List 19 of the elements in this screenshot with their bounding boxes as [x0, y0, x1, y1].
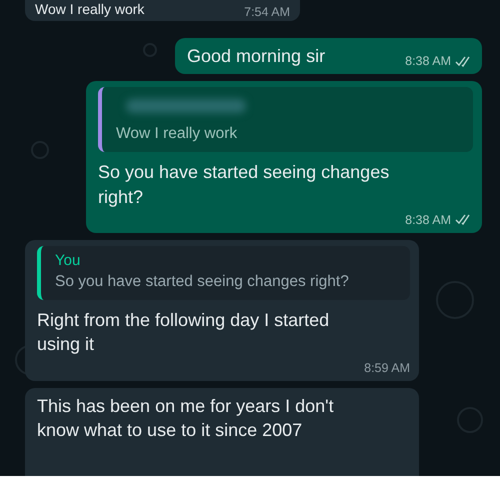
- message-bubble[interactable]: You So you have started seeing changes right? Right from the following day I started using it 8:59 AM: [25, 240, 419, 381]
- message-bubble[interactable]: Good morning sir 8:38 AM: [175, 38, 482, 74]
- message-text: So you have started seeing changes right?: [98, 161, 390, 209]
- message-text: Right from the following day I started using it: [37, 309, 330, 356]
- message-text: Good morning sir: [187, 44, 326, 68]
- message-bubble[interactable]: Wow I really work So you have started seeing changes right? 8:38 AM: [86, 81, 482, 233]
- quoted-message[interactable]: You So you have started seeing changes right?: [37, 246, 410, 300]
- message-bubble[interactable]: Wow I really work 7:54 AM: [25, 0, 300, 21]
- message-bubble[interactable]: This has been on me for years I don't know what to use to it since 2007: [25, 388, 419, 476]
- quote-author: You: [55, 252, 82, 269]
- quote-text: Wow I really work: [116, 124, 238, 144]
- message-time: 7:54 AM: [244, 4, 290, 19]
- message-text: Wow I really work: [35, 0, 144, 19]
- message-time: 8:38 AM: [405, 212, 451, 227]
- message-time: 8:38 AM: [405, 54, 451, 68]
- message-time: 8:59 AM: [364, 360, 410, 375]
- message-text: This has been on me for years I don't know what to use to it since 2007: [37, 394, 335, 442]
- quote-text: So you have started seeing changes right?: [55, 272, 350, 292]
- quoted-message[interactable]: Wow I really work: [98, 87, 473, 152]
